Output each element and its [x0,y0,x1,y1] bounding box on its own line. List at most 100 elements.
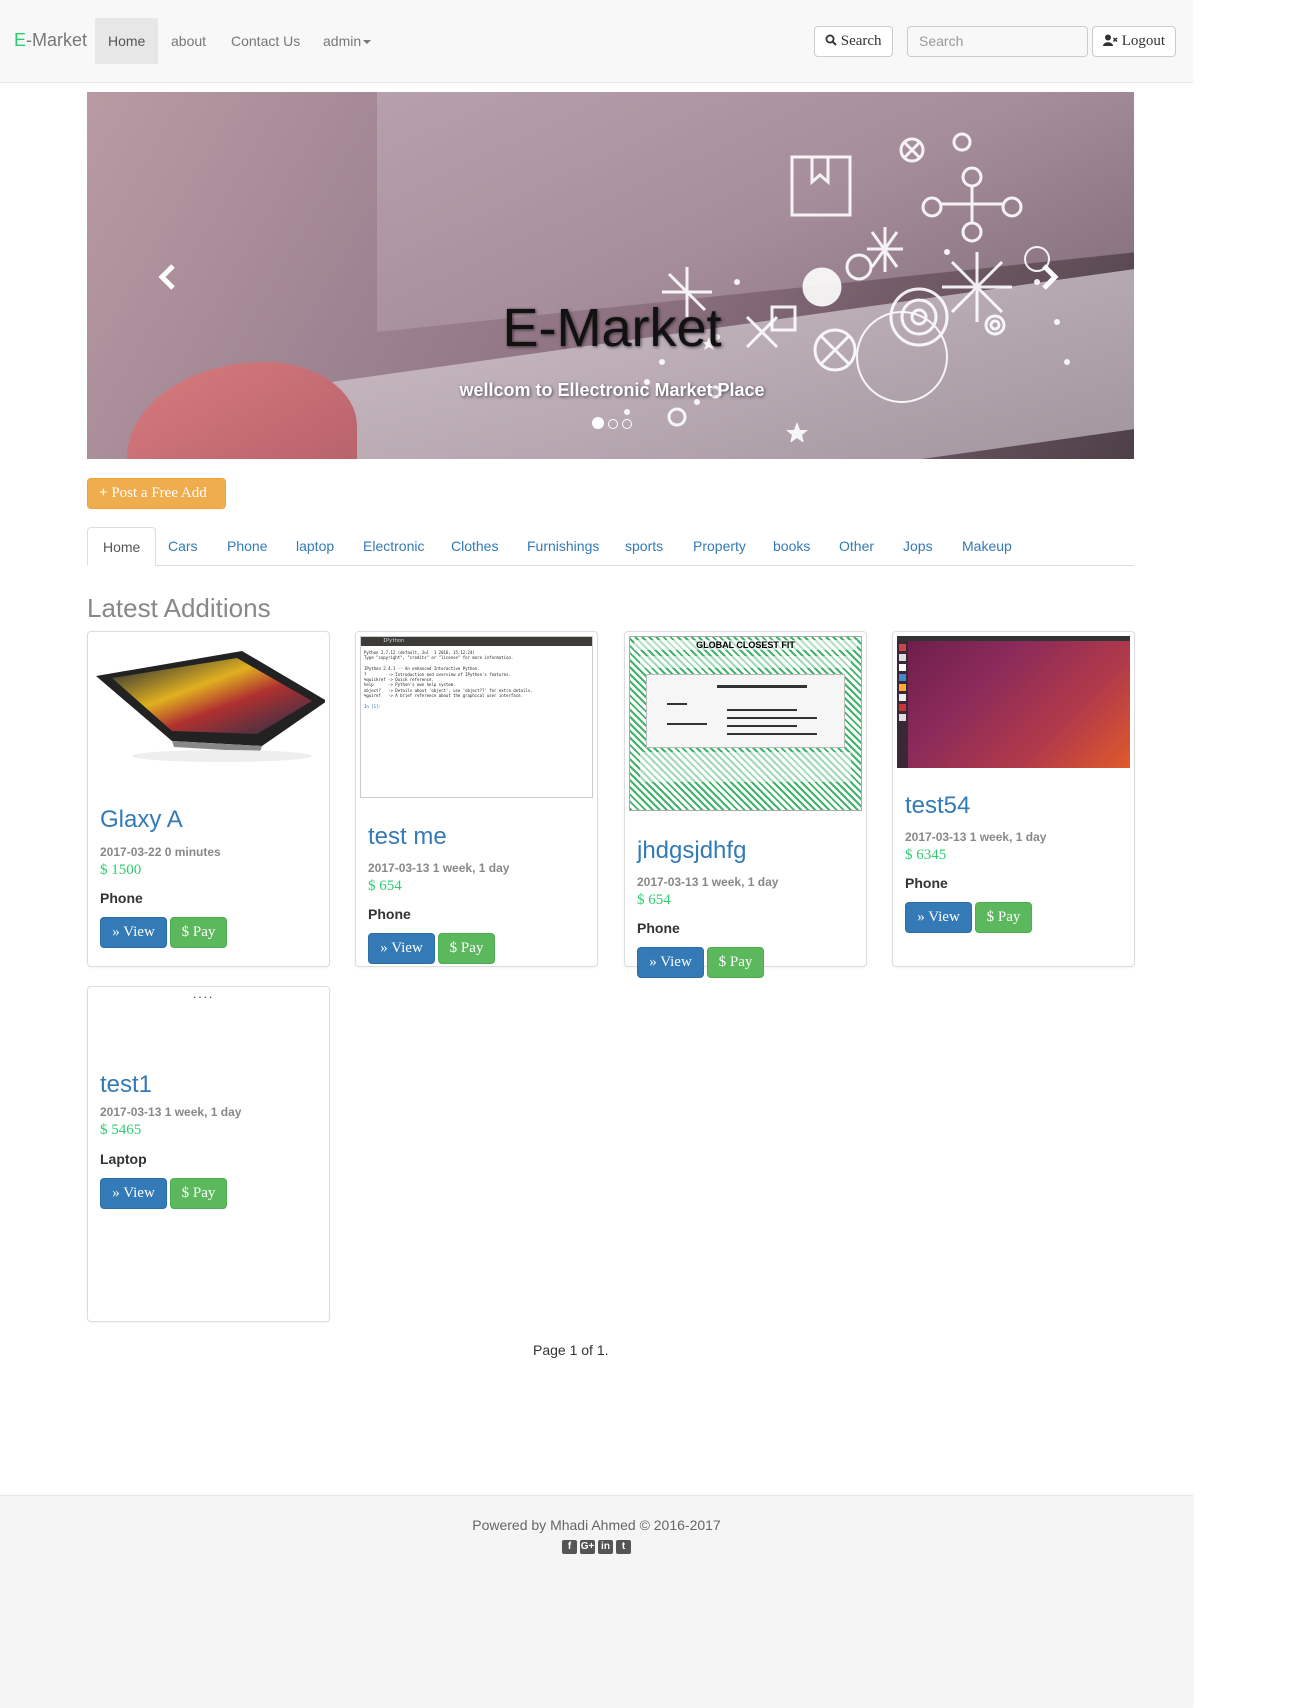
nav-about[interactable]: about [158,18,219,64]
pay-button-label: Pay [729,954,753,970]
tab-home[interactable]: Home [87,527,157,566]
tab-other[interactable]: Other [824,527,889,566]
navbar: E-Market Home about Contact Us admin Sea… [0,0,1193,83]
hero-carousel: E-Market wellcom to Ellectronic Market P… [87,92,1134,459]
search-button[interactable]: Search [814,26,893,57]
carousel-title: E-Market [502,298,722,358]
view-button-label: View [123,924,155,940]
pay-button-label: Pay [997,909,1021,925]
nav-admin-dropdown[interactable]: admin [310,18,384,64]
card-price-value: 5465 [111,1122,142,1138]
logout-button[interactable]: Logout [1092,26,1177,57]
linkedin-icon[interactable]: in [598,1540,613,1554]
product-card: IPython Python 2.7.12 (default, Jul 1 20… [355,631,598,967]
brand-link[interactable]: E-Market [14,30,87,51]
tab-electronic[interactable]: Electronic [348,527,439,566]
tab-furnishings[interactable]: Furnishings [512,527,614,566]
tab-phone[interactable]: Phone [212,527,282,566]
view-button[interactable]: » View [100,917,167,948]
facebook-icon[interactable]: f [562,1540,577,1554]
logout-button-label: Logout [1121,33,1166,49]
search-placeholder: Search [919,33,964,49]
card-category: Laptop [100,1151,147,1167]
product-card: .... test1 2017-03-13 1 week, 1 day $ 54… [87,986,330,1322]
card-price: $ 6345 [905,847,946,864]
google-plus-icon[interactable]: G+ [580,1540,595,1554]
tab-sports[interactable]: sports [610,527,678,566]
tab-cars[interactable]: Cars [153,527,213,566]
tab-books[interactable]: books [758,527,825,566]
post-free-ad-label: Post a Free Add [111,485,207,501]
card-price-value: 6345 [916,847,947,863]
formula-heading: GLOBAL CLOSEST FIT [634,640,857,650]
card-price: $ 5465 [100,1122,141,1139]
brand-e: E [14,30,27,50]
tab-jops[interactable]: Jops [888,527,948,566]
carousel-indicator[interactable] [608,419,618,429]
card-price: $ 654 [637,892,671,909]
pay-button[interactable]: $ Pay [975,902,1032,933]
card-category: Phone [637,920,680,936]
pagination-text: Page 1 of 1. [533,1342,609,1358]
product-image [96,651,325,762]
product-image: GLOBAL CLOSEST FIT [629,636,862,811]
tab-laptop[interactable]: laptop [281,527,349,566]
view-button-label: View [928,909,960,925]
card-date: 2017-03-13 1 week, 1 day [100,1105,242,1119]
card-title[interactable]: test1 [100,1071,152,1099]
nav-admin-label: admin [323,33,362,49]
product-image: IPython Python 2.7.12 (default, Jul 1 20… [360,636,593,798]
tab-property[interactable]: Property [678,527,761,566]
dollar-icon: $ [718,954,727,970]
nav-home[interactable]: Home [95,18,159,64]
view-button[interactable]: » View [905,902,972,933]
card-price: $ 654 [368,878,402,895]
search-button-label: Search [840,33,882,49]
card-title[interactable]: Glaxy A [100,806,183,834]
carousel-indicators [590,416,634,432]
plus-icon: + [99,485,108,501]
card-price-value: 1500 [111,862,142,878]
carousel-prev-button[interactable] [157,262,177,300]
tab-clothes[interactable]: Clothes [436,527,513,566]
ubuntu-launcher [897,641,908,768]
card-price-value: 654 [648,892,671,908]
section-title-wrap: Latest Additions [87,588,387,618]
twitter-icon[interactable]: t [616,1540,631,1554]
view-button-label: View [660,954,692,970]
double-chevron-right-icon: » [917,909,925,925]
carousel-next-button[interactable] [1040,262,1060,300]
social-links: f G+ in t [562,1536,634,1554]
ipython-console: Python 2.7.12 (default, Jul 1 2016, 15:1… [361,646,592,713]
card-date: 2017-03-22 0 minutes [100,845,221,859]
formula-box [646,674,845,748]
console-line: In [1]: [364,704,381,710]
dollar-icon: $ [100,862,108,878]
view-button[interactable]: » View [368,933,435,964]
search-input[interactable]: Search [907,26,1088,57]
card-title[interactable]: test me [368,823,447,851]
card-title[interactable]: test54 [905,792,970,820]
pay-button[interactable]: $ Pay [707,947,764,978]
carousel-indicator[interactable] [622,419,632,429]
view-button-label: View [123,1185,155,1201]
dollar-icon: $ [905,847,913,863]
card-date: 2017-03-13 1 week, 1 day [637,875,779,889]
dollar-icon: $ [986,909,995,925]
view-button[interactable]: » View [100,1178,167,1209]
footer: Powered by Mhadi Ahmed © 2016-2017 f G+ in… [0,1495,1193,1708]
pay-button[interactable]: $ Pay [170,917,227,948]
carousel-indicator[interactable] [592,417,604,429]
card-title[interactable]: jhdgsjdhfg [637,837,746,865]
nav-contact-us[interactable]: Contact Us [218,18,313,64]
double-chevron-right-icon: » [380,940,388,956]
dollar-icon: $ [100,1122,108,1138]
card-date: 2017-03-13 1 week, 1 day [368,861,510,875]
pay-button-label: Pay [192,924,216,940]
post-free-ad-button[interactable]: + Post a Free Add [87,478,226,509]
pay-button[interactable]: $ Pay [170,1178,227,1209]
pay-button[interactable]: $ Pay [438,933,495,964]
section-title: Latest Additions [87,593,271,618]
view-button[interactable]: » View [637,947,704,978]
tab-makeup[interactable]: Makeup [947,527,1027,566]
